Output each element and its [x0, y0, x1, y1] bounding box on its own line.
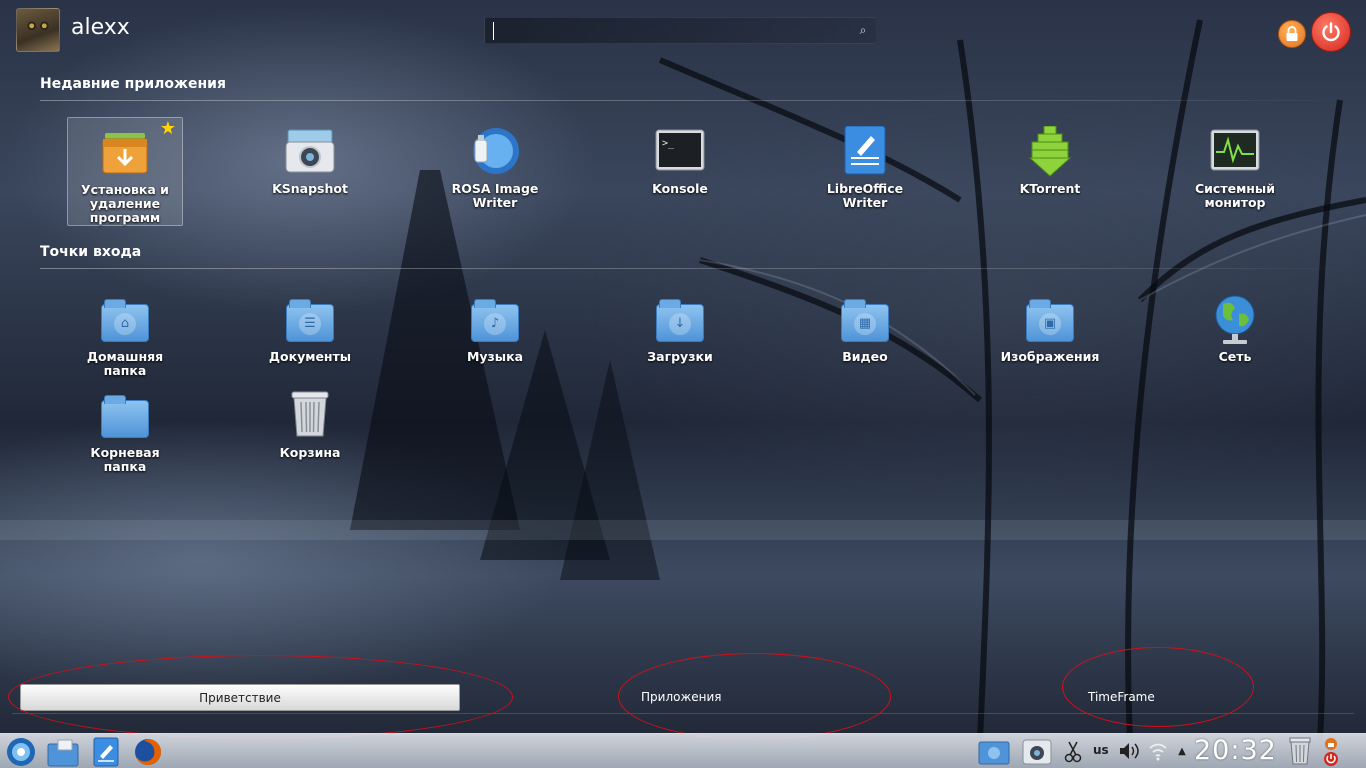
shutdown-button[interactable] — [1311, 12, 1351, 52]
svg-text:>_: >_ — [662, 138, 675, 149]
tabs-divider — [12, 713, 1354, 714]
place-network[interactable]: Сеть — [1177, 294, 1293, 364]
place-label: Домашняя папка — [86, 349, 164, 378]
launcher-header: alexx ⌕ — [0, 0, 1366, 62]
system-monitor-icon — [1209, 126, 1261, 178]
root-folder-icon — [99, 390, 151, 442]
app-label: Системный монитор — [1195, 181, 1275, 210]
package-manager-icon — [99, 127, 151, 179]
lock-screen-button[interactable] — [1278, 20, 1306, 48]
place-label: Документы — [268, 349, 352, 364]
app-ksnapshot[interactable]: KSnapshot — [252, 126, 368, 196]
music-folder-icon: ♪ — [469, 294, 521, 346]
firefox-button[interactable] — [132, 736, 164, 767]
tab-welcome[interactable]: Приветствие — [20, 684, 460, 711]
place-label: Корзина — [279, 445, 341, 460]
trash-icon — [284, 390, 336, 442]
place-label: Загрузки — [647, 349, 713, 364]
section-divider — [40, 100, 1354, 101]
app-rosa-image-writer[interactable]: ROSA Image Writer — [437, 126, 553, 210]
favorite-star-icon: ★ — [159, 118, 176, 139]
usb-writer-icon — [469, 126, 521, 178]
place-video[interactable]: ▦ Видео — [807, 294, 923, 364]
camera-icon — [284, 126, 336, 178]
taskbar: us ▲ 20:32 — [0, 733, 1366, 768]
place-label: Корневая папка — [90, 445, 160, 474]
app-label: ROSA Image Writer — [451, 181, 539, 210]
tray-network-button[interactable] — [1148, 736, 1168, 767]
place-label: Музыка — [466, 349, 524, 364]
username-label: alexx — [71, 15, 130, 40]
user-avatar[interactable] — [16, 8, 60, 52]
torrent-icon — [1024, 125, 1076, 178]
tray-clipboard-button[interactable] — [1064, 736, 1082, 767]
tray-session-button[interactable] — [1322, 736, 1340, 767]
digital-clock[interactable]: 20:32 — [1194, 735, 1277, 766]
search-icon[interactable]: ⌕ — [855, 22, 871, 38]
app-konsole[interactable]: >_ Konsole — [622, 126, 738, 196]
power-icon — [1322, 22, 1340, 42]
file-manager-icon — [47, 739, 79, 767]
tray-expand-arrow-icon[interactable]: ▲ — [1176, 736, 1188, 767]
app-software-manager[interactable]: ★ Установка и удаление программ — [67, 117, 183, 226]
scissors-icon — [1064, 741, 1082, 763]
places-title: Точки входа — [40, 244, 142, 260]
wallpaper — [0, 0, 1366, 768]
terminal-icon: >_ — [654, 126, 706, 178]
app-libreoffice-writer[interactable]: LibreOffice Writer — [807, 125, 923, 210]
place-trash[interactable]: Корзина — [252, 390, 368, 460]
place-label: Изображения — [1000, 349, 1100, 364]
writer-document-icon — [839, 125, 891, 178]
app-label: LibreOffice Writer — [826, 181, 904, 210]
place-pictures[interactable]: ▣ Изображения — [992, 294, 1108, 364]
place-documents[interactable]: ☰ Документы — [252, 294, 368, 364]
home-folder-icon: ⌂ — [99, 294, 151, 346]
app-system-monitor[interactable]: Системный монитор — [1177, 126, 1293, 210]
place-downloads[interactable]: ↓ Загрузки — [622, 294, 738, 364]
keyboard-layout-indicator[interactable]: us — [1093, 743, 1109, 757]
app-label: Konsole — [652, 181, 708, 196]
tab-timeframe[interactable]: TimeFrame — [1070, 684, 1190, 711]
place-home-folder[interactable]: ⌂ Домашняя папка — [67, 294, 183, 378]
tray-volume-button[interactable] — [1118, 736, 1140, 767]
place-label: Сеть — [1218, 349, 1252, 364]
search-input[interactable] — [493, 22, 853, 40]
downloads-folder-icon: ↓ — [654, 294, 706, 346]
tab-applications[interactable]: Приложения — [620, 684, 740, 711]
tray-trash-button[interactable] — [1287, 736, 1313, 767]
launcher-button[interactable] — [5, 736, 37, 767]
wifi-icon — [1149, 743, 1167, 761]
volume-icon — [1120, 743, 1139, 759]
documents-folder-icon: ☰ — [284, 294, 336, 346]
show-desktop-icon — [978, 741, 1010, 765]
app-ktorrent[interactable]: KTorrent — [992, 125, 1108, 196]
app-label: Установка и удаление программ — [81, 182, 169, 225]
recent-apps-title: Недавние приложения — [40, 76, 226, 92]
screenshot-icon — [1022, 739, 1052, 765]
file-manager-button[interactable] — [46, 736, 80, 767]
app-label: KTorrent — [1019, 181, 1081, 196]
writer-button[interactable] — [90, 736, 122, 767]
search-box[interactable]: ⌕ — [484, 17, 876, 44]
tray-desktop-button[interactable] — [977, 736, 1011, 767]
lock-icon — [1286, 26, 1298, 41]
network-globe-icon — [1209, 294, 1261, 346]
section-divider — [40, 268, 1354, 269]
place-label: Видео — [842, 349, 888, 364]
writer-icon — [93, 737, 119, 767]
trash-bin-icon — [1289, 737, 1311, 765]
video-folder-icon: ▦ — [839, 294, 891, 346]
lock-power-icon — [1324, 738, 1338, 766]
rosa-launcher-icon — [7, 738, 35, 766]
tray-screenshot-button[interactable] — [1020, 736, 1054, 767]
place-music[interactable]: ♪ Музыка — [437, 294, 553, 364]
pictures-folder-icon: ▣ — [1024, 294, 1076, 346]
firefox-icon — [135, 739, 161, 765]
place-root-folder[interactable]: Корневая папка — [67, 390, 183, 474]
app-label: KSnapshot — [272, 181, 348, 196]
